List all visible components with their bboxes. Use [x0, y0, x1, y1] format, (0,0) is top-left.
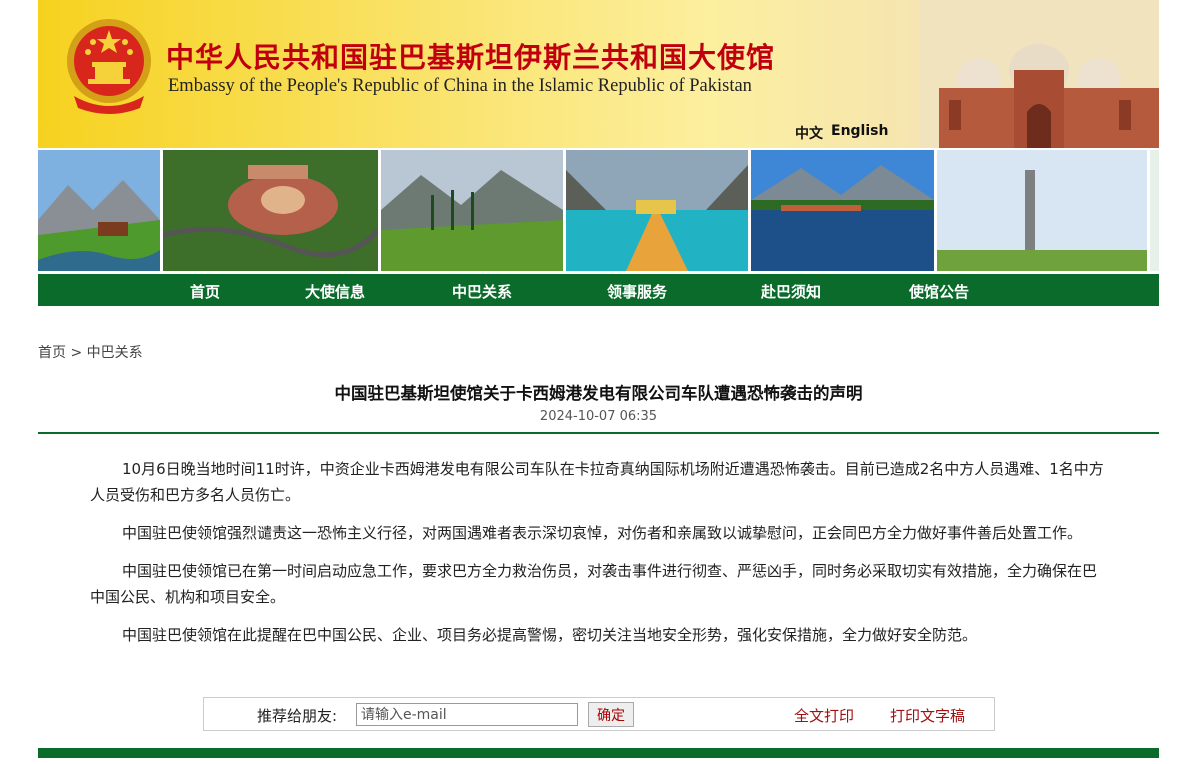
national-emblem-icon	[67, 19, 151, 114]
share-bar: 推荐给朋友: 确定 全文打印 打印文字稿	[203, 697, 995, 731]
title-divider	[38, 432, 1159, 434]
article-paragraph: 中国驻巴使领馆已在第一时间启动应急工作，要求巴方全力救治伤员，对袭击事件进行彻查…	[90, 562, 1098, 606]
lang-en-link[interactable]: English	[831, 123, 888, 139]
nav-consular-services[interactable]: 领事服务	[607, 281, 667, 302]
main-nav: 首页 大使信息 中巴关系 领事服务 赴巴须知 使馆公告	[38, 274, 1159, 306]
nav-china-pakistan-relations[interactable]: 中巴关系	[452, 281, 512, 302]
lang-cn-link[interactable]: 中文	[795, 123, 823, 143]
minar-e-pakistan-photo	[937, 150, 1147, 271]
lake-reflection-photo	[751, 150, 934, 271]
article-paragraph: 中国驻巴使领馆强烈谴责这一恐怖主义行径，对两国遇难者表示深切哀悼，对伤者和亲属致…	[122, 524, 1083, 542]
photo-edge	[1150, 150, 1159, 271]
article-paragraph: 中国驻巴使领馆在此提醒在巴中国公民、企业、项目务必提高警惕，密切关注当地安全形势…	[122, 626, 978, 644]
site-title-en: Embassy of the People's Republic of Chin…	[168, 76, 752, 96]
alpine-valley-photo	[38, 150, 160, 271]
print-full-link[interactable]: 全文打印	[794, 705, 854, 726]
lake-boat-photo	[566, 150, 748, 271]
footer-bar	[38, 748, 1159, 758]
mosque-illustration	[919, 0, 1159, 148]
nav-embassy-announcements[interactable]: 使馆公告	[909, 281, 969, 302]
article-body: 10月6日晚当地时间11时许，中资企业卡西姆港发电有限公司车队在卡拉奇真纳国际机…	[90, 456, 1110, 660]
article-date: 2024-10-07 06:35	[539, 409, 658, 424]
article-title: 中国驻巴基斯坦使馆关于卡西姆港发电有限公司车队遭遇恐怖袭击的声明	[334, 384, 863, 403]
breadcrumb-separator: >	[70, 345, 83, 361]
breadcrumb-current[interactable]: 中巴关系	[87, 345, 143, 361]
header-banner: 中华人民共和国驻巴基斯坦伊斯兰共和国大使馆 Embassy of the Peo…	[38, 0, 1159, 148]
nav-ambassador[interactable]: 大使信息	[305, 281, 365, 302]
mountain-meadow-photo	[381, 150, 563, 271]
confirm-button[interactable]: 确定	[588, 702, 634, 727]
email-input[interactable]	[356, 703, 578, 726]
article-paragraph: 10月6日晚当地时间11时许，中资企业卡西姆港发电有限公司车队在卡拉奇真纳国际机…	[90, 460, 1104, 504]
share-label: 推荐给朋友:	[257, 707, 338, 725]
nav-travel-notice[interactable]: 赴巴须知	[761, 281, 821, 302]
site-title-cn: 中华人民共和国驻巴基斯坦伊斯兰共和国大使馆	[166, 41, 776, 74]
print-text-link[interactable]: 打印文字稿	[890, 705, 965, 726]
breadcrumb: 首页 > 中巴关系	[38, 342, 143, 362]
faisal-mosque-aerial-photo	[163, 150, 378, 271]
breadcrumb-home[interactable]: 首页	[38, 345, 66, 361]
photo-strip	[38, 150, 1159, 271]
nav-home[interactable]: 首页	[190, 281, 220, 302]
